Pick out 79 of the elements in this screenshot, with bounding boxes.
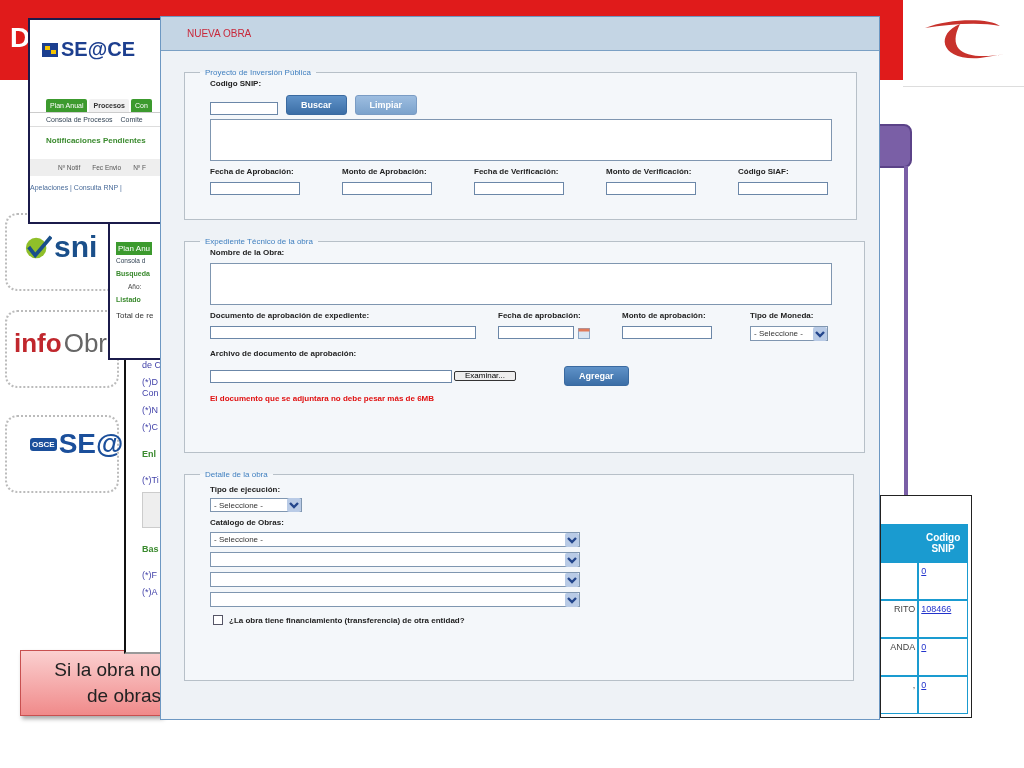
- field-label: (*)C: [142, 422, 159, 433]
- field-label: de C: [142, 360, 162, 371]
- field-label: Catálogo de Obras:: [210, 518, 284, 527]
- text-area[interactable]: [210, 119, 832, 161]
- input-field[interactable]: [210, 326, 476, 339]
- input-field[interactable]: [738, 182, 828, 195]
- callout-text: Si la obra no: [54, 658, 161, 682]
- chevron-down-icon[interactable]: [565, 592, 579, 607]
- section-legend: Proyecto de Inversión Pública: [200, 68, 316, 77]
- logo-text: SE@: [58, 430, 124, 458]
- calendar-icon[interactable]: [578, 326, 590, 339]
- field-label: Monto de aprobación:: [622, 311, 707, 320]
- snip-link[interactable]: 0: [921, 566, 927, 576]
- input-field[interactable]: [606, 182, 696, 195]
- field-label: Fecha de Aprobación:: [210, 167, 295, 176]
- field-label: Fecha de aprobación:: [498, 311, 582, 320]
- logo-text: SE@CE: [61, 38, 135, 61]
- check-icon: [24, 234, 52, 260]
- callout-text: de obras: [87, 684, 161, 708]
- field-label: Monto de Verificación:: [606, 167, 693, 176]
- browse-button[interactable]: Examinar...: [454, 371, 516, 381]
- section-heading: Bas: [142, 544, 160, 554]
- input-field[interactable]: [622, 326, 712, 339]
- chevron-down-icon[interactable]: [565, 532, 579, 547]
- total-label: Total de re: [116, 311, 155, 320]
- input-field[interactable]: [474, 182, 564, 195]
- text-area[interactable]: [210, 263, 832, 305]
- snip-link[interactable]: 0: [921, 642, 927, 652]
- field-label: (*)F: [142, 570, 158, 581]
- select-field[interactable]: [210, 592, 580, 607]
- section-heading: Notificaciones Pendientes: [46, 136, 147, 145]
- chevron-down-icon[interactable]: [287, 498, 301, 512]
- field-label: Monto de Aprobación:: [342, 167, 428, 176]
- dialog-title: NUEVA OBRA: [187, 28, 252, 39]
- currency-select[interactable]: - Seleccione -: [750, 326, 828, 341]
- field-label: Documento de aprobación de expediente:: [210, 311, 371, 320]
- input-field[interactable]: [342, 182, 432, 195]
- input-field[interactable]: [210, 102, 278, 115]
- logo-icon: [42, 42, 58, 57]
- field-label: Archivo de documento de aprobación:: [210, 349, 357, 358]
- field-label: (*)A: [142, 587, 159, 598]
- select-field[interactable]: [210, 552, 580, 567]
- field-label: Nombre de la Obra:: [210, 248, 285, 257]
- slide-title: D: [10, 22, 31, 54]
- input-field[interactable]: [210, 182, 300, 195]
- section-legend: Detalle de la obra: [200, 470, 273, 479]
- section-heading: Enl: [142, 449, 157, 459]
- select-field[interactable]: - Seleccione -: [210, 532, 580, 547]
- date-field[interactable]: [498, 326, 574, 339]
- field-label: Fecha de Verificación:: [474, 167, 560, 176]
- field-label: Código SIAF:: [738, 167, 790, 176]
- field-label: Tipo de Moneda:: [750, 311, 815, 320]
- select-field[interactable]: [210, 572, 580, 587]
- snip-link[interactable]: 0: [921, 680, 927, 690]
- chevron-down-icon[interactable]: [813, 326, 827, 341]
- file-field[interactable]: [210, 369, 452, 383]
- field-label: Tipo de ejecución:: [210, 485, 281, 494]
- checkbox-label: ¿La obra tiene financiamiento (transferencia) de otra entidad?: [229, 615, 465, 625]
- chevron-down-icon[interactable]: [565, 572, 579, 587]
- field-label: (*)Ti: [142, 475, 160, 486]
- table-cell: ANDA: [890, 642, 916, 652]
- checkbox[interactable]: [213, 615, 223, 625]
- table-cell: RITO: [893, 604, 916, 614]
- field-label: (*)D Con: [142, 377, 160, 399]
- warning-text: El documento que se adjuntara no debe pesar más de 6MB: [210, 394, 435, 403]
- snip-link[interactable]: 108466: [921, 604, 952, 614]
- table-cell: ,: [912, 680, 916, 690]
- select-field[interactable]: - Seleccione -: [210, 498, 302, 512]
- section-legend: Expediente Técnico de la obra: [200, 237, 318, 246]
- logo-text: sni: [54, 232, 98, 262]
- tab[interactable]: Plan Anu: [116, 242, 153, 255]
- field-label: Codigo SNIP:: [210, 79, 262, 88]
- action-button[interactable]: Buscar: [286, 94, 347, 115]
- column-header: Codigo SNIP: [918, 524, 968, 562]
- logo-badge: OSCE: [30, 437, 57, 451]
- add-button[interactable]: Agregar: [564, 366, 629, 386]
- field-label: (*)N: [142, 405, 159, 416]
- chevron-down-icon[interactable]: [565, 552, 579, 567]
- logo-text: infoObr: [14, 330, 107, 356]
